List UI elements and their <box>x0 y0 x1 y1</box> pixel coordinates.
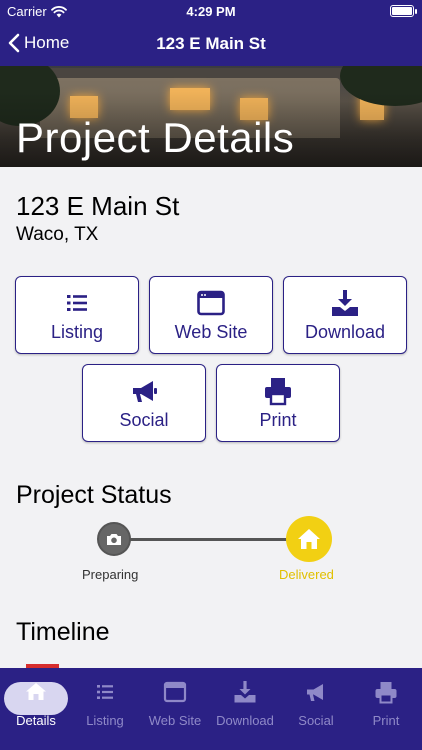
project-status-heading: Project Status <box>16 481 172 509</box>
battery-icon <box>390 5 414 17</box>
timeline-heading: Timeline <box>16 618 110 646</box>
hero-title: Project Details <box>16 114 295 161</box>
status-step-preparing <box>97 522 131 556</box>
status-step-preparing-label: Preparing <box>82 567 139 582</box>
megaphone-icon <box>133 380 157 402</box>
download-icon <box>234 681 256 703</box>
printer-icon <box>265 377 291 405</box>
status-step-delivered <box>286 516 332 562</box>
print-button[interactable]: Print <box>216 364 340 442</box>
listing-button-label: Listing <box>50 321 104 342</box>
camera-icon <box>107 534 121 545</box>
download-button[interactable]: Download <box>283 276 407 354</box>
hero-banner: Project Details <box>0 66 422 167</box>
website-button[interactable]: Web Site <box>149 276 273 354</box>
tab-listing-label: Listing <box>86 713 124 728</box>
status-bar: Carrier 4:29 PM <box>0 0 422 22</box>
social-button-label: Social <box>119 409 169 430</box>
tab-social-label: Social <box>298 713 334 728</box>
download-button-label: Download <box>304 321 386 342</box>
property-address: 123 E Main St <box>16 191 180 221</box>
property-city: Waco, TX <box>16 224 99 245</box>
tab-download[interactable]: Download <box>210 680 280 728</box>
battery-tip <box>415 9 417 14</box>
home-icon <box>26 683 46 700</box>
tab-social[interactable]: Social <box>281 680 351 728</box>
status-progress-line <box>113 538 309 541</box>
tab-listing[interactable]: Listing <box>70 680 140 728</box>
list-icon <box>67 294 87 311</box>
megaphone-icon <box>307 684 323 701</box>
website-button-label: Web Site <box>174 321 248 342</box>
nav-title: 123 E Main St <box>156 34 266 53</box>
screen: Carrier 4:29 PM Home 123 E Main St Proje… <box>0 0 422 750</box>
print-button-label: Print <box>259 409 297 430</box>
tab-print[interactable]: Print <box>351 680 421 728</box>
download-icon <box>332 289 358 316</box>
tab-details-label: Details <box>16 713 56 728</box>
clock: 4:29 PM <box>186 4 236 19</box>
status-step-delivered-label: Delivered <box>279 567 334 582</box>
tab-download-label: Download <box>216 713 274 728</box>
home-icon <box>298 529 320 549</box>
browser-window-icon <box>197 290 225 315</box>
printer-icon <box>375 682 397 704</box>
tab-print-label: Print <box>372 713 400 728</box>
tab-website-label: Web Site <box>148 713 202 728</box>
list-icon <box>97 685 113 699</box>
social-button[interactable]: Social <box>82 364 206 442</box>
tab-website[interactable]: Web Site <box>140 680 210 728</box>
browser-window-icon <box>163 681 187 703</box>
listing-button[interactable]: Listing <box>15 276 139 354</box>
tab-bar: Details Listing Web Site Download Social… <box>0 668 422 750</box>
navigation-bar: Home 123 E Main St <box>0 22 422 66</box>
tab-details[interactable]: Details <box>1 680 71 728</box>
